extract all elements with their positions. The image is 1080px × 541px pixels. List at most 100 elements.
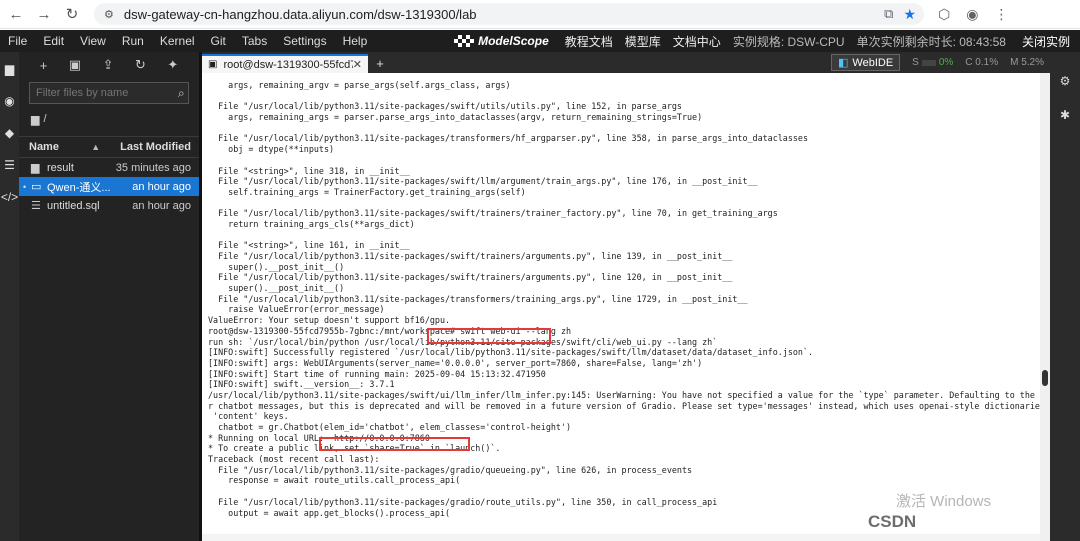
notebook-icon: ▭	[31, 181, 42, 193]
storage-label: S	[912, 57, 919, 68]
webide-icon: ◧	[838, 57, 849, 69]
file-row-result[interactable]: ▆ result 35 minutes ago	[19, 158, 199, 177]
link-doc-center[interactable]: 文档中心	[667, 33, 727, 50]
search-icon[interactable]: ⌕	[178, 86, 185, 101]
forward-icon[interactable]: →	[32, 2, 56, 26]
file-filter-input[interactable]	[36, 87, 178, 99]
new-launcher-icon[interactable]: +	[40, 58, 48, 73]
file-browser-toolbar: + ▣ ⇪ ↻ ✦	[19, 52, 199, 78]
folder-icon: ▆	[31, 162, 40, 174]
table-of-contents-icon[interactable]: ☰	[4, 158, 15, 172]
translate-icon[interactable]: ⧉	[884, 6, 893, 22]
debugger-icon[interactable]: ✱	[1060, 108, 1070, 122]
site-info-icon[interactable]: ⚙	[104, 8, 114, 21]
terminal-line: r chatbot messages, but this is deprecat…	[208, 400, 1040, 411]
cpu-value: C 0.1%	[965, 57, 999, 68]
address-bar[interactable]: ⚙ dsw-gateway-cn-hangzhou.data.aliyun.co…	[94, 3, 924, 25]
modelscope-logo[interactable]: ModelScope	[454, 34, 549, 48]
terminal-line: File "<string>", line 318, in __init__	[208, 165, 410, 176]
terminal-line: run sh: `/usr/local/bin/python /usr/loca…	[208, 336, 718, 347]
menu-git[interactable]: Git	[203, 34, 234, 48]
upload-icon[interactable]: ⇪	[103, 57, 114, 73]
link-model-library[interactable]: 模型库	[619, 33, 667, 50]
terminal-line: 'content' keys.	[208, 411, 289, 422]
tab-label: root@dsw-1319300-55fcd79	[223, 58, 353, 71]
browser-menu-icon[interactable]: ⋮	[994, 6, 1008, 23]
close-instance-button[interactable]: 关闭实例	[1012, 33, 1080, 50]
reload-icon[interactable]: ↻	[60, 2, 84, 26]
back-icon[interactable]: ←	[4, 2, 28, 26]
running-dot-icon: •	[23, 181, 27, 192]
add-tab-icon[interactable]: +	[372, 55, 388, 71]
webide-button[interactable]: ◧ WebIDE	[831, 54, 901, 71]
menu-bar: File Edit View Run Kernel Git Tabs Setti…	[0, 30, 1080, 52]
tab-terminal[interactable]: ▣ root@dsw-1319300-55fcd79 ✕	[202, 54, 368, 73]
menu-view[interactable]: View	[72, 34, 114, 48]
bookmark-star-icon[interactable]: ★	[903, 6, 916, 23]
menu-help[interactable]: Help	[335, 34, 376, 48]
terminal-output[interactable]: args, remaining_argv = parse_args(self.a…	[202, 73, 1040, 541]
file-row-sql[interactable]: ☰ untitled.sql an hour ago	[19, 196, 199, 215]
modelscope-icon	[454, 35, 475, 47]
file-name: untitled.sql	[47, 199, 100, 212]
url-text: dsw-gateway-cn-hangzhou.data.aliyun.com/…	[123, 6, 477, 22]
right-sidebar-rail: ⚙ ✱	[1050, 52, 1080, 541]
extensions-icon[interactable]: ⬡	[938, 6, 950, 23]
modelscope-logo-text: ModelScope	[478, 34, 549, 48]
memory-metric: M 5.2%	[1010, 57, 1044, 68]
column-last-modified[interactable]: Last Modified	[120, 141, 191, 153]
terminal-line: File "<string>", line 161, in __init__	[208, 240, 410, 251]
scrollbar-thumb[interactable]	[1042, 370, 1048, 386]
profile-icon[interactable]: ◉	[966, 6, 978, 23]
file-modified: an hour ago	[132, 180, 191, 193]
terminal-line: obj = dtype(**inputs)	[208, 144, 335, 155]
menu-file[interactable]: File	[0, 34, 35, 48]
terminal-line: [INFO:swift] Start time of running main:…	[208, 368, 546, 379]
storage-metric: S 0%	[912, 57, 953, 68]
terminal-line: [INFO:swift] Successfully registered `/u…	[208, 347, 814, 358]
menu-settings[interactable]: Settings	[275, 34, 334, 48]
memory-value: M 5.2%	[1010, 57, 1044, 68]
file-list-header: Name ▲ Last Modified	[19, 136, 199, 158]
terminal-line: Traceback (most recent call last):	[208, 454, 380, 465]
file-browser: + ▣ ⇪ ↻ ✦ ⌕ ▆ / Name ▲ Last Modified ▆ r…	[19, 52, 199, 541]
column-name[interactable]: Name	[29, 141, 91, 153]
cpu-metric: C 0.1%	[965, 57, 998, 68]
terminal-line: [INFO:swift] swift.__version__: 3.7.1	[208, 379, 395, 390]
terminal-line: File "/usr/local/lib/python3.11/site-pac…	[208, 464, 693, 475]
terminal-line: /usr/local/lib/python3.11/site-packages/…	[208, 389, 1040, 400]
file-modified: 35 minutes ago	[115, 161, 191, 174]
terminal-line: raise ValueError(error_message)	[208, 304, 385, 315]
refresh-icon[interactable]: ↻	[135, 57, 146, 73]
git-icon[interactable]: ◆	[5, 126, 14, 140]
status-bar	[202, 534, 1040, 541]
file-row-notebook[interactable]: • ▭ Qwen-通义... an hour ago	[19, 177, 199, 196]
close-icon[interactable]: ✕	[353, 58, 362, 71]
folder-icon[interactable]: ▆	[5, 62, 14, 76]
git-clone-icon[interactable]: ✦	[167, 57, 178, 73]
terminal-line: response = await route_utils.call_proces…	[208, 475, 461, 486]
running-kernels-icon[interactable]: ◉	[4, 94, 14, 108]
terminal-line: root@dsw-1319300-55fcd7955b-7gbnc:/mnt/w…	[208, 325, 572, 336]
instance-remaining-time: 单次实例剩余时长: 08:43:58	[856, 34, 1006, 49]
new-folder-icon[interactable]: ▣	[69, 57, 81, 73]
terminal-icon: ▣	[208, 59, 218, 70]
breadcrumb[interactable]: ▆ /	[19, 108, 199, 130]
sort-arrow-icon[interactable]: ▲	[91, 142, 100, 152]
terminal-scrollbar[interactable]	[1040, 73, 1050, 541]
terminal-line: ValueError: Your setup doesn't support b…	[208, 315, 451, 326]
terminal-line: return training_args_cls(**args_dict)	[208, 218, 415, 229]
file-name: result	[47, 161, 74, 174]
menu-tabs[interactable]: Tabs	[234, 34, 275, 48]
webide-label: WebIDE	[852, 56, 894, 69]
terminal-line: File "/usr/local/lib/python3.11/site-pac…	[208, 208, 778, 219]
highlight-command-box	[427, 328, 551, 344]
menu-kernel[interactable]: Kernel	[152, 34, 203, 48]
property-inspector-icon[interactable]: ⚙	[1060, 74, 1071, 88]
link-tutorial-docs[interactable]: 教程文档	[559, 33, 619, 50]
menu-edit[interactable]: Edit	[35, 34, 72, 48]
terminal-line: [INFO:swift] args: WebUIArguments(server…	[208, 357, 703, 368]
code-icon[interactable]: </>	[1, 190, 18, 204]
menu-run[interactable]: Run	[114, 34, 152, 48]
